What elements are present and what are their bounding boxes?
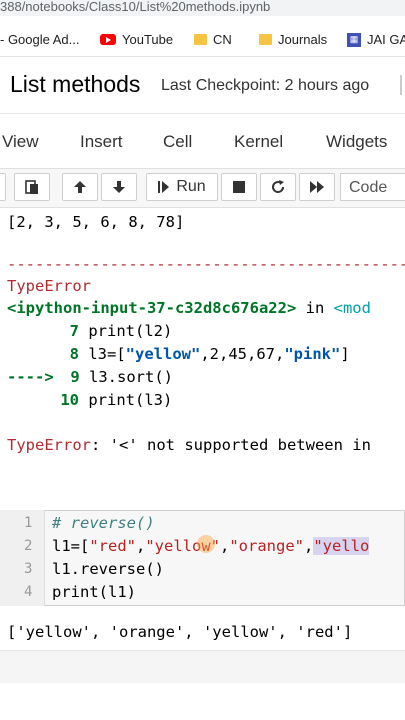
line-code: l3=[: [88, 345, 126, 363]
paste-icon: [25, 180, 38, 194]
traceback-in: in: [296, 299, 334, 317]
line-number: 3: [24, 561, 33, 577]
paste-button[interactable]: [14, 173, 50, 201]
line-number: 4: [24, 584, 33, 600]
line-number: 8: [69, 345, 79, 363]
string-token: "orange": [229, 537, 304, 555]
line-string: "pink": [284, 345, 341, 363]
line-code: ,2,45,67,: [200, 345, 285, 363]
folder-icon: [259, 34, 272, 45]
line-code: print(l2): [88, 322, 173, 340]
output-list: [2, 3, 5, 6, 8, 78]: [7, 213, 185, 231]
youtube-icon: [100, 34, 116, 45]
bookmark-label: - Google Ad...: [0, 32, 80, 47]
notebook-header: List methods Last Checkpoint: 2 hours ag…: [0, 57, 405, 114]
bookmark-label: YouTube: [122, 32, 174, 47]
jai-icon: ▦: [347, 32, 361, 47]
bottom-area: [0, 650, 405, 683]
line-number: 2: [24, 538, 33, 554]
line-gutter: [0, 510, 45, 606]
fast-forward-icon: [310, 181, 324, 193]
run-label: Run: [176, 178, 206, 195]
code-token: l1=[: [52, 537, 90, 555]
bookmark-youtube[interactable]: YouTube: [100, 32, 173, 47]
error-message: TypeError: '<' not supported between in: [7, 436, 405, 454]
traceback-line-7: 7 print(l2): [7, 322, 405, 340]
error-text: : '<' not supported between in: [91, 436, 371, 454]
output-reversed-list: ['yellow', 'orange', 'yellow', 'red']: [7, 623, 353, 641]
bookmark-label: CN: [213, 32, 232, 47]
fast-forward-button[interactable]: [299, 173, 335, 201]
traceback-line-10: 10 print(l3): [7, 391, 405, 409]
address-bar[interactable]: 388/notebooks/Class10/List%20methods.ipy…: [0, 0, 405, 16]
mouse-cursor-highlight: [197, 535, 215, 553]
traceback-module: <mod: [333, 299, 371, 317]
toolbar: Run Code: [0, 168, 405, 208]
error-arrow: ---->: [7, 368, 54, 386]
url-text: 388/notebooks/Class10/List%20methods.ipy…: [0, 0, 271, 14]
move-up-button[interactable]: [62, 173, 98, 201]
traceback-location: <ipython-input-37-c32d8c676a22> in <mod: [7, 299, 405, 317]
cut-button[interactable]: [0, 173, 6, 201]
folder-icon: [194, 34, 207, 45]
line-number: 1: [24, 515, 33, 531]
bookmark-journals[interactable]: Journals: [259, 32, 327, 47]
menu-view[interactable]: View: [2, 132, 39, 152]
restart-icon: [272, 180, 285, 193]
move-down-button[interactable]: [101, 173, 137, 201]
stop-icon: [233, 181, 245, 193]
cell-type-select[interactable]: Code: [340, 173, 405, 201]
error-dashes: ----------------------------------------…: [7, 255, 405, 273]
code-line-4[interactable]: print(l1): [52, 583, 136, 601]
string-token-selected: "yello: [313, 537, 370, 555]
menu-kernel[interactable]: Kernel: [234, 132, 283, 152]
line-code: print(l3): [88, 391, 173, 409]
code-token: ,: [304, 537, 314, 555]
arrow-up-icon: [74, 181, 86, 193]
menu-insert[interactable]: Insert: [80, 132, 123, 152]
bookmark-label: Journals: [278, 32, 328, 47]
code-line-1[interactable]: # reverse(): [52, 514, 155, 532]
bookmark-label: JAI GA: [367, 32, 405, 47]
line-string: "yellow": [125, 345, 201, 363]
code-line-3[interactable]: l1.reverse(): [52, 560, 164, 578]
string-token: "red": [89, 537, 136, 555]
step-forward-icon: [158, 181, 170, 193]
menu-cell[interactable]: Cell: [163, 132, 192, 152]
line-code: ]: [340, 345, 350, 363]
run-button[interactable]: Run: [146, 173, 218, 201]
error-type: TypeError: [7, 436, 91, 454]
restart-button[interactable]: [260, 173, 296, 201]
notebook-title[interactable]: List methods: [10, 71, 140, 98]
menu-bar: View Insert Cell Kernel Widgets: [0, 122, 405, 160]
arrow-down-icon: [113, 181, 125, 193]
line-number: 9: [70, 368, 80, 386]
checkpoint-status: Last Checkpoint: 2 hours ago: [161, 77, 370, 94]
line-number: 7: [69, 322, 79, 340]
bookmarks-bar: - Google Ad... YouTube CN Journals ▦ JAI …: [0, 24, 405, 57]
line-code: l3.sort(): [89, 368, 174, 386]
interrupt-button[interactable]: [221, 173, 257, 201]
traceback-line-8: 8 l3=["yellow",2,45,67,"pink"]: [7, 345, 405, 363]
bookmark-jai-ga[interactable]: ▦ JAI GA: [347, 32, 405, 47]
bookmark-google-ads[interactable]: - Google Ad...: [0, 32, 80, 47]
code-token: ,: [220, 537, 230, 555]
code-token: ,: [136, 537, 146, 555]
traceback-file: <ipython-input-37-c32d8c676a22>: [7, 299, 297, 317]
header-divider: [400, 75, 405, 95]
menu-widgets[interactable]: Widgets: [326, 132, 387, 152]
traceback-line-9: ----> 9 l3.sort(): [7, 368, 405, 386]
line-number: 10: [60, 391, 79, 409]
bookmark-cn[interactable]: CN: [194, 32, 232, 47]
error-name: TypeError: [7, 277, 91, 295]
